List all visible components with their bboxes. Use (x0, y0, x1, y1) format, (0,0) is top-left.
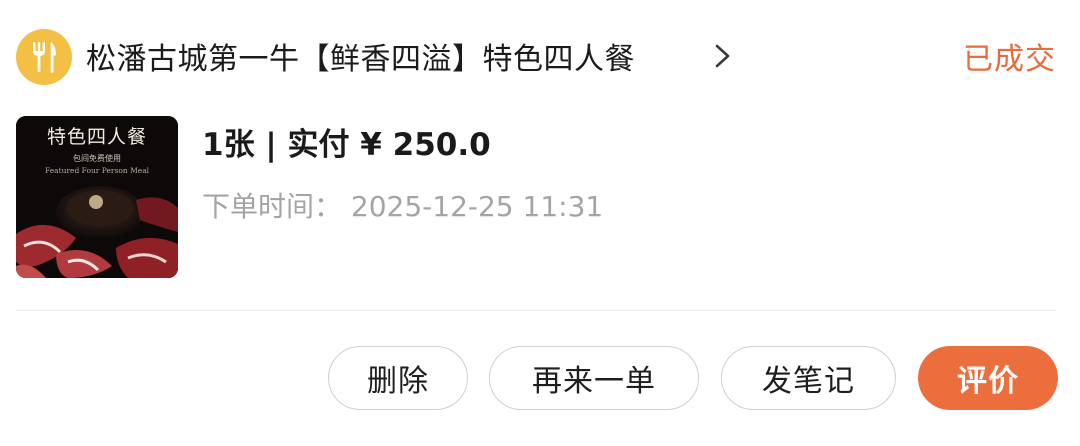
thumbnail-subtitle: 包间免费使用 (73, 154, 121, 163)
write-note-button[interactable]: 发笔记 (721, 346, 896, 410)
order-time: 下单时间： 2025-12-25 11:31 (202, 190, 604, 223)
delete-button[interactable]: 删除 (328, 346, 468, 410)
chevron-right-icon[interactable] (710, 42, 736, 70)
order-status: 已成交 (963, 42, 1056, 77)
review-button[interactable]: 评价 (918, 346, 1058, 410)
thumbnail-english: Featured Four Person Meal (44, 166, 150, 175)
store-name[interactable]: 松潘古城第一牛【鲜香四溢】特色四人餐 (86, 33, 635, 79)
reorder-button[interactable]: 再来一单 (489, 346, 699, 410)
thumbnail-title: 特色四人餐 (46, 126, 147, 148)
divider (16, 310, 1056, 311)
fork-knife-icon[interactable] (16, 29, 72, 85)
order-card[interactable]: 松潘古城第一牛【鲜香四溢】特色四人餐 已成交 特色四人餐 包间免费使用 Feat… (0, 0, 1080, 446)
order-summary: 1张 | 实付 ¥ 250.0 (202, 126, 491, 163)
product-thumbnail[interactable]: 特色四人餐 包间免费使用 Featured Four Person Meal (16, 116, 178, 278)
